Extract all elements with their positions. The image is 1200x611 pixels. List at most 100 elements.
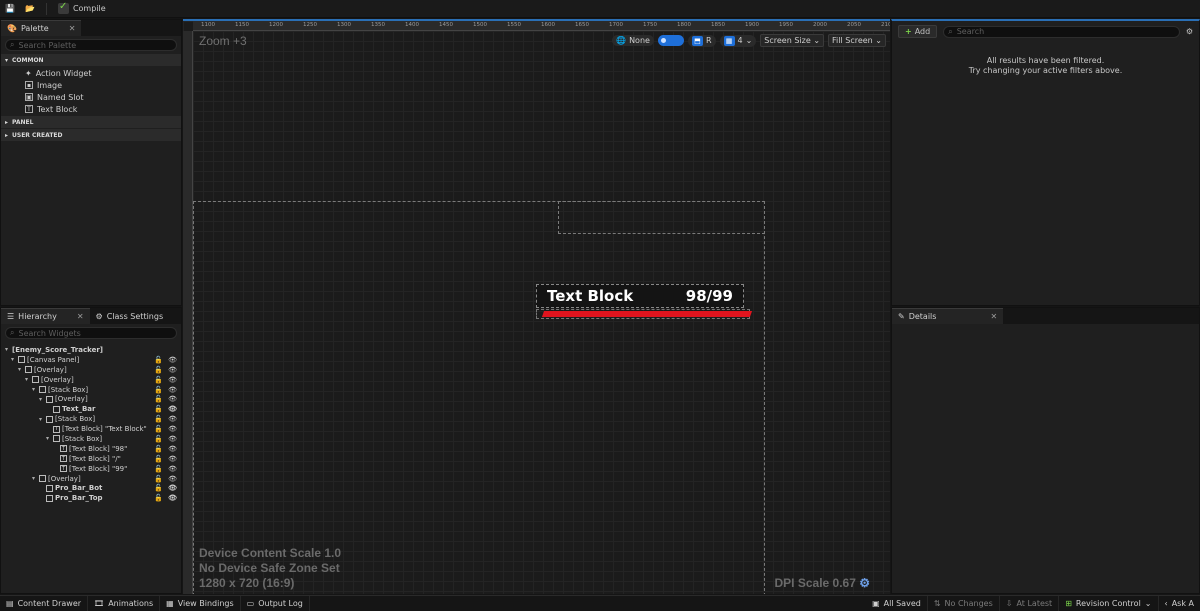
save-button[interactable]: 💾	[0, 1, 20, 17]
tree-row[interactable]: T [Text Block] "Text Block" 🔓 👁	[1, 424, 181, 434]
tree-row[interactable]: T [Text Block] "98" 🔓 👁	[1, 444, 181, 454]
content-drawer-button[interactable]: ▤ Content Drawer	[0, 595, 89, 611]
category-common[interactable]: ▾ COMMON	[1, 54, 181, 66]
close-icon[interactable]: ✕	[69, 24, 76, 33]
tree-row[interactable]: ▾ [Stack Box] 🔓 👁	[1, 434, 181, 444]
add-button[interactable]: + Add	[898, 25, 938, 38]
palette-search-placeholder: Search Palette	[18, 40, 77, 50]
hierarchy-search-input[interactable]: ⌕ Search Widgets	[5, 327, 177, 339]
grid-snap-button[interactable]: ▦ 4 ⌄	[719, 34, 757, 47]
eye-icon[interactable]: 👁	[168, 405, 177, 413]
eye-icon[interactable]: 👁	[168, 465, 177, 473]
tree-row[interactable]: ▾ [Overlay] 🔓 👁	[1, 375, 181, 385]
all-saved-button[interactable]: ▣ All Saved	[866, 595, 928, 611]
lock-icon[interactable]: 🔓	[154, 465, 163, 473]
ruler-tick-label: 1900	[745, 22, 759, 28]
respect-lock-button[interactable]: ⬒ R	[687, 34, 716, 47]
lock-icon[interactable]: 🔓	[154, 356, 163, 364]
lock-toggle[interactable]	[657, 35, 684, 46]
animations-button[interactable]: 🎞 Animations	[88, 595, 161, 611]
palette-item-named-slot[interactable]: ▣ Named Slot	[1, 91, 181, 103]
lock-icon[interactable]: 🔓	[154, 484, 163, 492]
chevron-down-icon: ▾	[46, 435, 50, 443]
chevron-down-icon: ▾	[5, 56, 9, 64]
palette-item-text-block[interactable]: T Text Block	[1, 103, 181, 115]
settings-icon[interactable]: ⚙	[1186, 27, 1193, 36]
lock-icon[interactable]: 🔓	[154, 395, 163, 403]
output-log-button[interactable]: ▭ Output Log	[241, 595, 310, 611]
tree-row-root[interactable]: ▾ [Enemy_Score_Tracker]	[1, 345, 181, 355]
gear-icon[interactable]: ⚙	[859, 576, 870, 590]
tree-row[interactable]: T [Text Block] "/" 🔓 👁	[1, 454, 181, 464]
lock-icon[interactable]: 🔓	[154, 445, 163, 453]
eye-icon[interactable]: 👁	[168, 395, 177, 403]
ruler-tick-label: 1350	[371, 22, 385, 28]
no-changes-button[interactable]: ⇅ No Changes	[928, 595, 1000, 611]
tree-row[interactable]: Pro_Bar_Top 🔓 👁	[1, 493, 181, 503]
eye-icon[interactable]: 👁	[168, 445, 177, 453]
lock-icon[interactable]: 🔓	[154, 435, 163, 443]
fill-screen-dropdown[interactable]: Fill Screen ⌄	[828, 34, 886, 47]
lock-icon[interactable]: 🔓	[154, 405, 163, 413]
eye-icon[interactable]: 👁	[168, 475, 177, 483]
lock-icon[interactable]: 🔓	[154, 366, 163, 374]
tree-row-label: [Text Block] "98"	[69, 444, 128, 453]
action-widget-icon: ✦	[25, 68, 32, 78]
hierarchy-panel: ☰ Hierarchy ✕ ⚙ Class Settings ⌕ Search …	[0, 307, 182, 594]
ask-button[interactable]: ‹ Ask A	[1159, 596, 1200, 611]
lock-icon[interactable]: 🔓	[154, 415, 163, 423]
eye-icon[interactable]: 👁	[168, 425, 177, 433]
compile-button[interactable]: Compile	[53, 1, 111, 17]
tree-row[interactable]: ▾ [Canvas Panel] 🔓 👁	[1, 355, 181, 365]
ruler-tick-label: 1150	[235, 22, 249, 28]
chevron-down-icon: ▾	[18, 366, 22, 374]
localization-preview-button[interactable]: 🌐 None	[612, 35, 654, 46]
lock-icon[interactable]: 🔓	[154, 425, 163, 433]
view-bindings-button[interactable]: ▦ View Bindings	[160, 595, 241, 611]
overlay-icon	[46, 395, 53, 403]
eye-icon[interactable]: 👁	[168, 435, 177, 443]
browse-button[interactable]: 📂	[20, 1, 40, 17]
category-panel[interactable]: ▸ PANEL	[1, 116, 181, 128]
lock-icon[interactable]: 🔓	[154, 475, 163, 483]
eye-icon[interactable]: 👁	[168, 415, 177, 423]
screen-size-dropdown[interactable]: Screen Size ⌄	[760, 34, 825, 47]
progress-bar-fill[interactable]	[541, 311, 753, 317]
eye-icon[interactable]: 👁	[168, 356, 177, 364]
chevron-down-icon: ⌄	[875, 36, 882, 45]
tab-palette[interactable]: 🎨 Palette ✕	[1, 20, 82, 36]
palette-item-action-widget[interactable]: ✦ Action Widget	[1, 67, 181, 79]
category-user-created[interactable]: ▸ USER CREATED	[1, 129, 181, 141]
tree-row[interactable]: Pro_Bar_Bot 🔓 👁	[1, 483, 181, 493]
eye-icon[interactable]: 👁	[168, 484, 177, 492]
eye-icon[interactable]: 👁	[168, 386, 177, 394]
tree-row-label: [Overlay]	[55, 395, 88, 404]
tab-details[interactable]: ✎ Details ✕	[892, 308, 1004, 324]
tree-row[interactable]: ▾ [Stack Box] 🔓 👁	[1, 385, 181, 395]
lock-icon[interactable]: 🔓	[154, 494, 163, 502]
tab-hierarchy[interactable]: ☰ Hierarchy ✕	[1, 308, 90, 324]
tree-row[interactable]: ▾ [Overlay] 🔓 👁	[1, 474, 181, 484]
palette-item-image[interactable]: ▪ Image	[1, 79, 181, 91]
tab-class-settings[interactable]: ⚙ Class Settings	[89, 308, 170, 324]
library-search-input[interactable]: ⌕ Search	[943, 25, 1180, 38]
eye-icon[interactable]: 👁	[168, 494, 177, 502]
tree-row[interactable]: Text_Bar 🔓 👁	[1, 404, 181, 414]
close-icon[interactable]: ✕	[990, 312, 997, 321]
eye-icon[interactable]: 👁	[168, 455, 177, 463]
tree-row[interactable]: ▾ [Overlay] 🔓 👁	[1, 394, 181, 404]
at-latest-button[interactable]: ⇩ At Latest	[1000, 595, 1060, 611]
tree-row[interactable]: ▾ [Stack Box] 🔓 👁	[1, 414, 181, 424]
text-bar-widget[interactable]: Text Block 98/99	[536, 284, 744, 308]
revision-control-button[interactable]: ⊞ Revision Control ⌄	[1059, 595, 1159, 611]
lock-icon[interactable]: 🔓	[154, 386, 163, 394]
designer-viewport[interactable]: 1100 1150 1200 1250 1300 1350 1400 1450 1500 1550…	[183, 19, 890, 594]
eye-icon[interactable]: 👁	[168, 376, 177, 384]
lock-icon[interactable]: 🔓	[154, 455, 163, 463]
eye-icon[interactable]: 👁	[168, 366, 177, 374]
tree-row[interactable]: ▾ [Overlay] 🔓 👁	[1, 365, 181, 375]
lock-icon[interactable]: 🔓	[154, 376, 163, 384]
palette-search-input[interactable]: ⌕ Search Palette	[5, 39, 177, 51]
tree-row[interactable]: T [Text Block] "99" 🔓 👁	[1, 464, 181, 474]
close-icon[interactable]: ✕	[77, 312, 84, 321]
